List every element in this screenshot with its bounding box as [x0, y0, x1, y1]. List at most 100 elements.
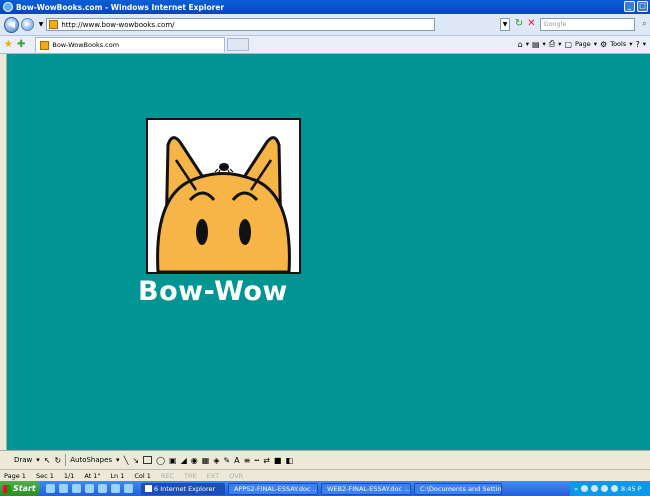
taskbar-item-ie[interactable]: 6 Internet Explorer	[141, 482, 225, 495]
status-col: Col 1	[134, 471, 151, 480]
clipart-icon[interactable]: ▦	[202, 456, 210, 465]
status-rec[interactable]: REC	[161, 472, 174, 480]
tray-icon[interactable]	[590, 485, 598, 492]
address-dropdown-icon[interactable]: ▼	[500, 18, 510, 31]
dog-face-icon	[156, 136, 291, 274]
taskbar: Start 6 Internet Explorer APPS2-FINAL-ES…	[0, 481, 650, 496]
tools-menu[interactable]: Tools	[610, 40, 626, 48]
textbox-icon[interactable]: ▣	[169, 456, 177, 465]
status-line: Ln 1	[110, 471, 125, 480]
status-page: Page 1	[4, 471, 26, 480]
status-trk[interactable]: TRK	[184, 472, 197, 480]
status-section: Sec 1	[35, 471, 54, 480]
bow-wow-logo[interactable]	[146, 118, 301, 274]
quicklaunch-icon[interactable]	[72, 484, 81, 493]
shadow-icon[interactable]: ■	[274, 456, 282, 465]
tray-icon[interactable]	[600, 485, 608, 492]
taskbar-item-label: WEB2-FINAL-ESSAY.doc ...	[327, 484, 411, 493]
ie-icon	[3, 2, 13, 12]
fill-color-icon[interactable]: ◈	[213, 456, 219, 465]
address-toolbar: ◀ ▶ ▼ http://www.bow-wowbooks.com/ ▼ ↻ ✕…	[0, 14, 650, 36]
quick-launch	[46, 484, 133, 493]
rotate-icon[interactable]: ↻	[55, 456, 62, 465]
address-url[interactable]: http://www.bow-wowbooks.com/	[61, 21, 174, 29]
quicklaunch-icon[interactable]	[59, 484, 68, 493]
status-bar: Page 1 Sec 1 1/1 At 1" Ln 1 Col 1 REC TR…	[0, 469, 650, 481]
stop-icon[interactable]: ✕	[525, 18, 537, 31]
feeds-icon[interactable]: ▤	[532, 40, 540, 49]
taskbar-item-web2[interactable]: WEB2-FINAL-ESSAY.doc ...	[321, 482, 411, 495]
search-icon[interactable]: ⌕	[639, 18, 650, 31]
status-at: At 1"	[84, 471, 101, 480]
windows-flag-icon	[3, 484, 11, 493]
start-label: Start	[13, 484, 36, 493]
tab-bow-wowbooks[interactable]: Bow-WowBooks.com	[35, 37, 226, 52]
tools-icon: ⚙	[600, 39, 608, 49]
quicklaunch-icon[interactable]	[111, 484, 120, 493]
quicklaunch-icon[interactable]	[85, 484, 94, 493]
tab-toolbar: ★ ✚ Bow-WowBooks.com ⌂ ▾ ▤ ▾ ⎙ ▾ ▢ Page ▾ ⚙ …	[0, 36, 650, 54]
minimize-button[interactable]: _	[624, 1, 635, 12]
taskbar-item-label: C:\Documents and Settin...	[420, 484, 502, 493]
help-icon[interactable]: ?	[635, 40, 639, 49]
taskbar-item-label: APPS2-FINAL-ESSAY.doc ...	[234, 484, 318, 493]
dash-style-icon[interactable]: ┅	[254, 456, 259, 465]
quicklaunch-icon[interactable]	[98, 484, 107, 493]
page-icon: ▢	[564, 39, 573, 49]
arrow-icon[interactable]: ↘	[132, 456, 139, 465]
status-ext[interactable]: EXT	[207, 472, 219, 480]
brand-wordmark: Bow-Wow	[138, 276, 288, 307]
taskbar-item-label: 6 Internet Explorer	[154, 484, 216, 493]
address-bar[interactable]: http://www.bow-wowbooks.com/	[46, 18, 436, 31]
search-input[interactable]: Google	[539, 18, 635, 31]
line-icon[interactable]: ╲	[124, 456, 129, 465]
history-dropdown-icon[interactable]: ▼	[39, 21, 44, 28]
refresh-icon[interactable]: ↻	[513, 18, 525, 31]
toolbar-separator	[65, 454, 67, 466]
home-icon[interactable]: ⌂	[518, 40, 523, 49]
draw-menu[interactable]: Draw	[14, 456, 32, 464]
forward-button[interactable]: ▶	[21, 18, 34, 31]
3d-icon[interactable]: ◧	[285, 456, 293, 465]
rectangle-icon[interactable]	[143, 456, 153, 464]
tab-label: Bow-WowBooks.com	[52, 41, 120, 49]
site-favicon-icon	[49, 20, 59, 29]
tray-icon[interactable]	[610, 485, 618, 492]
tray-icon[interactable]	[580, 485, 588, 492]
favorites-star-icon[interactable]: ★	[4, 39, 13, 50]
back-button[interactable]: ◀	[4, 16, 20, 33]
command-bar: ⌂ ▾ ▤ ▾ ⎙ ▾ ▢ Page ▾ ⚙ Tools ▾ ? ▾	[517, 39, 646, 49]
diagram-icon[interactable]: ◉	[191, 456, 198, 465]
font-color-icon[interactable]: A	[234, 456, 239, 465]
wordart-icon[interactable]: ◢	[181, 456, 187, 465]
clock[interactable]: 8:45 P	[621, 485, 642, 493]
start-button[interactable]: Start	[0, 481, 40, 496]
tray-expand-icon[interactable]: «	[574, 485, 578, 493]
taskbar-item-explorer[interactable]: C:\Documents and Settin...	[414, 482, 502, 495]
new-tab-button[interactable]	[227, 38, 250, 51]
status-ovr[interactable]: OVR	[229, 472, 243, 480]
select-pointer-icon[interactable]: ↖	[44, 456, 51, 465]
quicklaunch-icon[interactable]	[124, 484, 133, 493]
line-color-icon[interactable]: ✎	[223, 456, 230, 465]
add-favorite-icon[interactable]: ✚	[17, 39, 25, 50]
window-title: Bow-WowBooks.com - Windows Internet Expl…	[16, 2, 225, 12]
line-style-icon[interactable]: ≡	[244, 456, 251, 465]
taskbar-item-apps2[interactable]: APPS2-FINAL-ESSAY.doc ...	[228, 482, 318, 495]
status-count: 1/1	[63, 471, 75, 480]
quicklaunch-icon[interactable]	[46, 484, 55, 493]
page-content: Bow-Wow	[7, 54, 650, 450]
page-menu[interactable]: Page	[575, 40, 591, 48]
tab-favicon-icon	[40, 40, 50, 50]
window-titlebar[interactable]: Bow-WowBooks.com - Windows Internet Expl…	[0, 0, 650, 14]
print-icon[interactable]: ⎙	[549, 39, 555, 49]
system-tray: « 8:45 P	[570, 481, 650, 496]
autoshapes-menu[interactable]: AutoShapes	[70, 456, 112, 464]
window-controls: _ □	[624, 1, 648, 12]
arrow-style-icon[interactable]: ⇄	[263, 456, 270, 465]
oval-icon[interactable]: ◯	[156, 456, 165, 465]
restore-button[interactable]: □	[637, 1, 648, 12]
drawing-toolbar: Draw ▾ ↖ ↻ AutoShapes ▾ ╲ ↘ ◯ ▣ ◢ ◉ ▦ ◈ ✎ …	[0, 450, 650, 469]
window-edge	[0, 54, 7, 450]
ie-icon	[145, 485, 152, 492]
